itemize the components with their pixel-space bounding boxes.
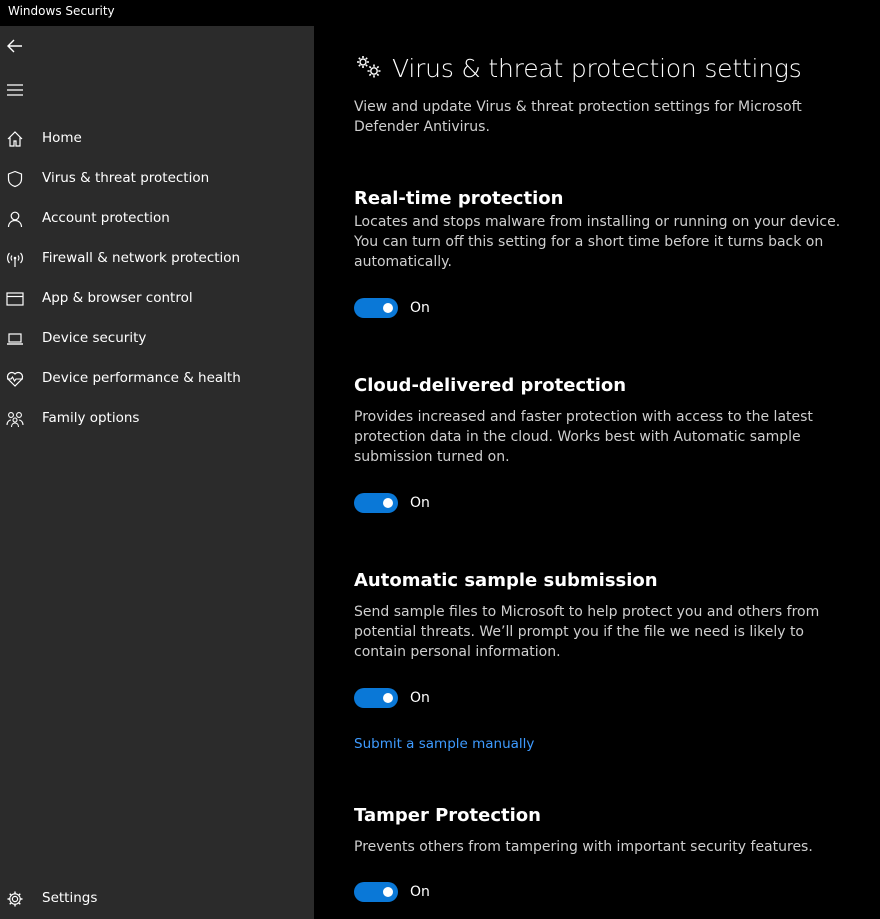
real-time-protection-toggle[interactable] [354,298,398,318]
sidebar-item-label: Home [42,130,82,146]
toggle-state-label: On [410,884,430,900]
section-title-cloud-delivered-protection: Cloud-delivered protection [354,375,627,396]
sidebar-item-account-protection[interactable]: Account protection [0,199,314,239]
person-icon [5,209,25,229]
sidebar-item-device-performance-health[interactable]: Device performance & health [0,359,314,399]
page-description: View and update Virus & threat protectio… [354,99,802,135]
tamper-protection-toggle[interactable] [354,882,398,902]
section-description: Send sample files to Microsoft to help p… [354,604,820,660]
automatic-sample-submission-toggle[interactable] [354,688,398,708]
sidebar: Home Virus & threat protection Account p… [0,26,314,919]
toggle-knob [383,498,393,508]
section-description: Provides increased and faster protection… [354,409,813,465]
cloud-delivered-protection-toggle[interactable] [354,493,398,513]
family-icon [5,409,25,429]
sidebar-item-home[interactable]: Home [0,119,314,159]
toggle-knob [383,887,393,897]
toggle-knob [383,303,393,313]
section-description: Locates and stops malware from installin… [354,214,841,270]
menu-button[interactable] [4,79,26,101]
section-title-automatic-sample-submission: Automatic sample submission [354,570,658,591]
sidebar-item-device-security[interactable]: Device security [0,319,314,359]
shield-icon [5,169,25,189]
sidebar-item-virus-threat-protection[interactable]: Virus & threat protection [0,159,314,199]
title-bar: Windows Security [0,0,880,26]
gears-icon [354,53,384,83]
submit-sample-manually-link[interactable]: Submit a sample manually [354,736,534,752]
sidebar-item-app-browser-control[interactable]: App & browser control [0,279,314,319]
sidebar-item-label: Settings [42,890,98,906]
sidebar-item-label: Family options [42,410,140,426]
sidebar-item-label: Firewall & network protection [42,250,241,266]
toggle-state-label: On [410,495,430,511]
toggle-knob [383,693,393,703]
sidebar-item-firewall-network-protection[interactable]: Firewall & network protection [0,239,314,279]
sidebar-item-settings[interactable]: Settings [0,879,314,919]
sidebar-item-label: Virus & threat protection [42,170,210,186]
wireless-antenna-icon [5,249,25,269]
browser-window-icon [5,289,25,309]
laptop-icon [5,329,25,349]
sidebar-item-label: Device security [42,330,147,346]
section-title-tamper-protection: Tamper Protection [354,805,541,826]
sidebar-item-family-options[interactable]: Family options [0,399,314,439]
page-header: Virus & threat protection settings [354,48,802,88]
window-title: Windows Security [8,4,115,18]
section-description: Prevents others from tampering with impo… [354,839,813,855]
back-button[interactable] [4,35,26,57]
heart-pulse-icon [5,369,25,389]
main-content: Virus & threat protection settings View … [314,26,880,919]
home-icon [5,129,25,149]
section-title-real-time-protection: Real-time protection [354,188,564,209]
toggle-state-label: On [410,300,430,316]
gear-icon [5,889,25,909]
hamburger-menu-icon [7,84,23,96]
back-arrow-icon [6,37,24,55]
sidebar-item-label: Account protection [42,210,170,226]
toggle-state-label: On [410,690,430,706]
page-title: Virus & threat protection settings [392,53,802,83]
sidebar-item-label: App & browser control [42,290,193,306]
sidebar-item-label: Device performance & health [42,370,241,386]
